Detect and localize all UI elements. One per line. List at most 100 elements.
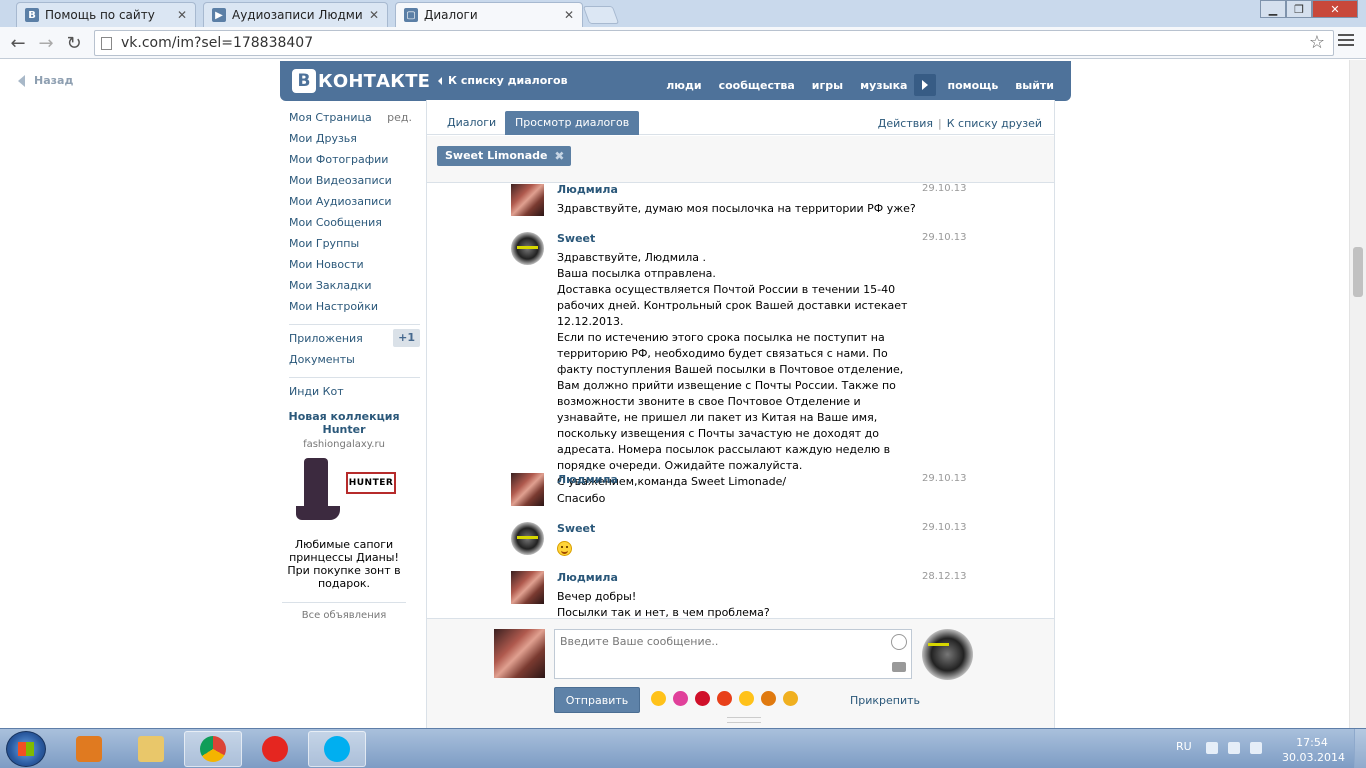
laughing-emoji-icon[interactable]	[651, 691, 666, 706]
peer-tag[interactable]: Sweet Limonade ✖	[437, 146, 572, 166]
browser-tab-help[interactable]: В Помощь по сайту ✕	[16, 2, 196, 27]
peer-avatar[interactable]	[922, 629, 973, 680]
message-author[interactable]: Людмила	[557, 184, 618, 196]
message-date[interactable]: 29.10.13	[922, 473, 967, 484]
network-icon[interactable]	[1250, 742, 1262, 754]
show-desktop-button[interactable]	[1354, 729, 1366, 768]
tab-view-dialogs[interactable]: Просмотр диалогов	[505, 111, 640, 135]
friends-list-link[interactable]: К списку друзей	[947, 117, 1042, 130]
menu-item-bookmarks[interactable]: Мои Закладки	[289, 278, 420, 299]
gift-emoji-icon[interactable]	[761, 691, 776, 706]
browser-tab-audio[interactable]: ▶ Аудиозаписи Людмил ✕	[203, 2, 388, 27]
attach-link[interactable]: Прикрепить	[850, 694, 920, 707]
start-button[interactable]	[6, 731, 46, 767]
vk-logo[interactable]: В КОНТАКТЕ	[292, 69, 430, 93]
browser-tab-dialogs[interactable]: ▢ Диалоги ✕	[395, 2, 583, 27]
hearts-emoji-icon[interactable]	[673, 691, 688, 706]
message-author[interactable]: Людмила	[557, 571, 618, 584]
nav-help[interactable]: помощь	[947, 79, 998, 92]
menu-item-label: Мои Аудиозаписи	[289, 195, 392, 208]
message-date[interactable]: 29.10.13	[922, 184, 967, 194]
menu-item-indi-kot[interactable]: Инди Кот	[289, 384, 420, 405]
my-avatar[interactable]	[494, 629, 545, 678]
clock[interactable]: 17:54 30.03.2014	[1282, 735, 1345, 765]
address-bar[interactable]: vk.com/im?sel=178838407 ☆	[94, 30, 1334, 56]
close-tab-icon[interactable]: ✕	[177, 8, 187, 22]
emoji-picker-icon[interactable]	[891, 634, 907, 650]
avatar[interactable]	[511, 184, 544, 216]
menu-item-my-page[interactable]: Моя Страница ред.	[289, 110, 420, 131]
menu-item-news[interactable]: Мои Новости	[289, 257, 420, 278]
menu-item-documents[interactable]: Документы	[289, 352, 420, 373]
resize-grip[interactable]	[727, 717, 761, 723]
avatar[interactable]	[511, 473, 544, 506]
nav-games[interactable]: игры	[812, 79, 843, 92]
nav-logout[interactable]: выйти	[1015, 79, 1054, 92]
actions-link[interactable]: Действия	[878, 117, 933, 130]
taskbar-chrome[interactable]	[184, 731, 242, 767]
menu-item-groups[interactable]: Мои Группы	[289, 236, 420, 257]
taskbar-skype[interactable]	[308, 731, 366, 767]
taskbar-media-player[interactable]	[60, 731, 118, 767]
forward-arrow-icon[interactable]: →	[36, 33, 56, 54]
avatar[interactable]	[511, 522, 544, 555]
ad-block[interactable]: Новая коллекция Hunter fashiongalaxy.ru …	[282, 410, 406, 621]
camera-icon[interactable]	[892, 662, 906, 672]
message-date[interactable]: 28.12.13	[922, 571, 967, 582]
page-scrollbar[interactable]	[1349, 60, 1366, 728]
avatar[interactable]	[511, 232, 544, 265]
ad-image[interactable]: HUNTER	[294, 456, 396, 526]
browser-menu-icon[interactable]	[1338, 34, 1354, 50]
menu-item-messages[interactable]: Мои Сообщения	[289, 215, 420, 236]
volume-icon[interactable]	[1228, 742, 1240, 754]
menu-edit-link[interactable]: ред.	[387, 110, 412, 125]
sparkle-emoji-icon[interactable]	[783, 691, 798, 706]
taskbar-yandex[interactable]	[246, 731, 304, 767]
maximize-button[interactable]: ❐	[1286, 0, 1312, 18]
reload-icon[interactable]: ↻	[64, 33, 84, 54]
nav-communities[interactable]: сообщества	[719, 79, 795, 92]
menu-item-label: Мои Фотографии	[289, 153, 389, 166]
hunter-logo: HUNTER	[346, 472, 396, 494]
close-window-button[interactable]: ✕	[1312, 0, 1358, 18]
message-date[interactable]: 29.10.13	[922, 232, 967, 243]
back-to-dialogs-link[interactable]: К списку диалогов	[438, 74, 568, 87]
send-button[interactable]: Отправить	[554, 687, 640, 713]
scrollbar-thumb[interactable]	[1353, 247, 1363, 297]
close-tab-icon[interactable]: ✕	[369, 8, 379, 22]
menu-item-videos[interactable]: Мои Видеозаписи	[289, 173, 420, 194]
taskbar-explorer[interactable]	[122, 731, 180, 767]
menu-item-photos[interactable]: Мои Фотографии	[289, 152, 420, 173]
all-ads-link[interactable]: Все объявления	[282, 602, 406, 621]
remove-peer-icon[interactable]: ✖	[554, 146, 564, 166]
kiss-emoji-icon[interactable]	[695, 691, 710, 706]
message-date[interactable]: 29.10.13	[922, 522, 967, 533]
minimize-button[interactable]: ▁	[1260, 0, 1286, 18]
close-tab-icon[interactable]: ✕	[564, 8, 574, 22]
nav-people[interactable]: люди	[666, 79, 701, 92]
bookmark-star-icon[interactable]: ☆	[1309, 32, 1325, 53]
language-indicator[interactable]: RU	[1176, 740, 1192, 753]
wink-emoji-icon[interactable]	[739, 691, 754, 706]
url-text[interactable]: vk.com/im?sel=178838407	[121, 35, 313, 51]
ad-title[interactable]: Новая коллекция Hunter	[282, 410, 406, 436]
avatar[interactable]	[511, 571, 544, 604]
heart-emoji-icon[interactable]	[717, 691, 732, 706]
message-author[interactable]: Sweet	[557, 232, 595, 245]
menu-item-apps[interactable]: Приложения +1	[289, 329, 420, 352]
back-arrow-icon[interactable]: ←	[8, 33, 28, 54]
nav-music[interactable]: музыка	[860, 79, 907, 92]
message-author[interactable]: Sweet	[557, 522, 595, 535]
message-input[interactable]: Введите Ваше сообщение..	[554, 629, 912, 679]
music-play-button[interactable]	[914, 74, 937, 96]
menu-item-audio[interactable]: Мои Аудиозаписи	[289, 194, 420, 215]
tray-arrow-icon[interactable]	[1206, 742, 1218, 754]
new-tab-button[interactable]	[582, 6, 620, 24]
menu-item-label: Мои Сообщения	[289, 216, 382, 229]
menu-item-settings[interactable]: Мои Настройки	[289, 299, 420, 320]
message-composer: Введите Ваше сообщение.. Отправить Прикр…	[427, 618, 1054, 728]
menu-item-friends[interactable]: Мои Друзья	[289, 131, 420, 152]
tab-dialogs[interactable]: Диалоги	[437, 111, 506, 135]
back-link[interactable]: Назад	[18, 74, 73, 87]
message-author[interactable]: Людмила	[557, 473, 618, 486]
